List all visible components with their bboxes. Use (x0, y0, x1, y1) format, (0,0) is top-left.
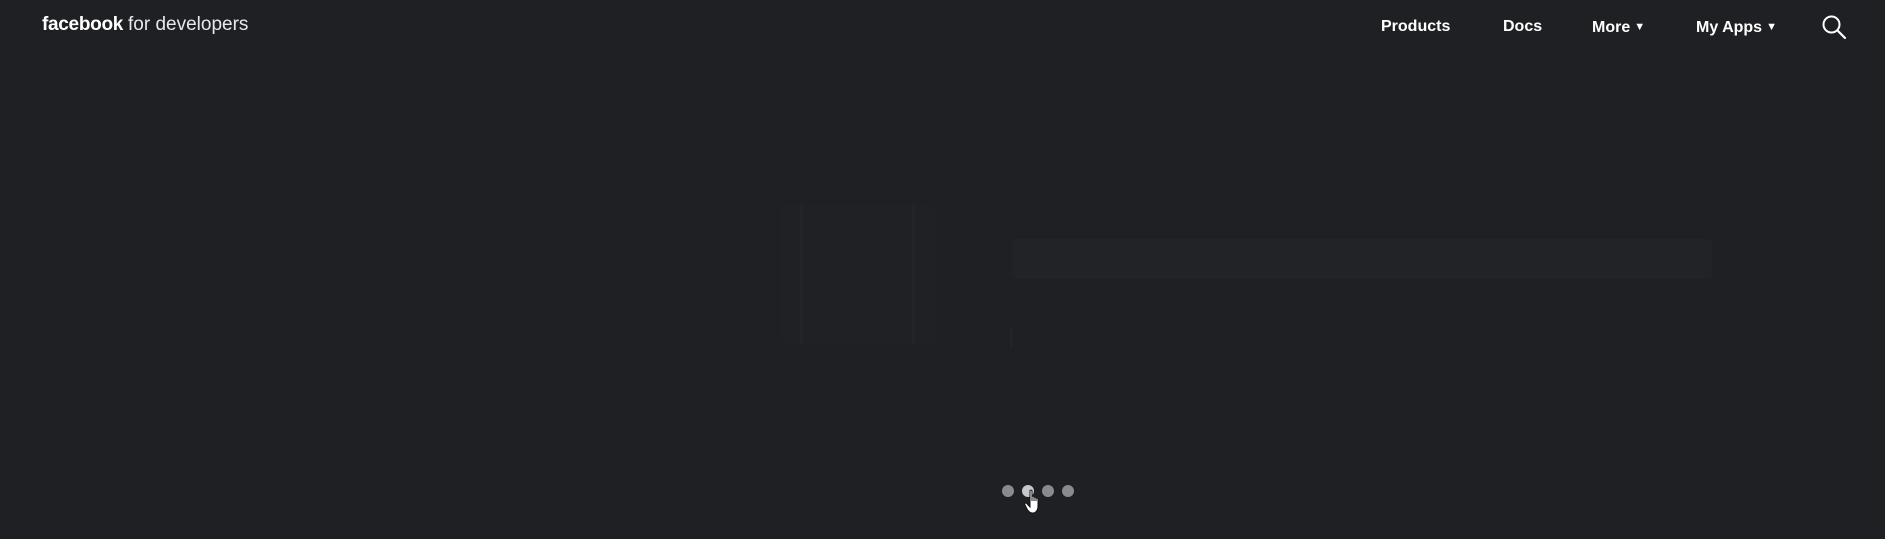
logo-suffix: for developers (128, 14, 249, 35)
carousel-dot-1[interactable] (1002, 485, 1014, 497)
search-button[interactable] (1820, 13, 1848, 41)
nav-docs[interactable]: Docs (1503, 17, 1542, 37)
hero-carousel (0, 54, 1885, 539)
nav-my-apps-label: My Apps (1696, 19, 1763, 36)
top-navigation: facebook for developers Products Docs Mor… (0, 0, 1885, 54)
nav-docs-label: Docs (1503, 18, 1543, 35)
hero-slide-image (780, 204, 935, 344)
carousel-dot-4[interactable] (1062, 485, 1074, 497)
caret-down-icon: ▼ (1766, 21, 1777, 33)
hero-slide-headline-placeholder (1012, 239, 1712, 279)
nav-my-apps-dropdown[interactable]: My Apps ▼ (1696, 17, 1777, 38)
facebook-for-developers-logo[interactable]: facebook for developers (42, 13, 248, 37)
nav-products-label: Products (1381, 18, 1451, 35)
carousel-dot-2[interactable] (1022, 485, 1034, 497)
carousel-dot-3[interactable] (1042, 485, 1054, 497)
nav-more-dropdown[interactable]: More ▼ (1592, 17, 1645, 38)
caret-down-icon: ▼ (1634, 21, 1646, 33)
carousel-pagination (1002, 485, 1074, 497)
hero-slide-image-inner (800, 204, 915, 344)
nav-more-label: More (1592, 19, 1631, 36)
logo-brand: facebook (42, 14, 124, 35)
hero-slide-divider (1010, 329, 1012, 347)
nav-products[interactable]: Products (1381, 17, 1450, 37)
page: facebook for developers Products Docs Mor… (0, 0, 1885, 539)
search-icon (1822, 15, 1847, 40)
